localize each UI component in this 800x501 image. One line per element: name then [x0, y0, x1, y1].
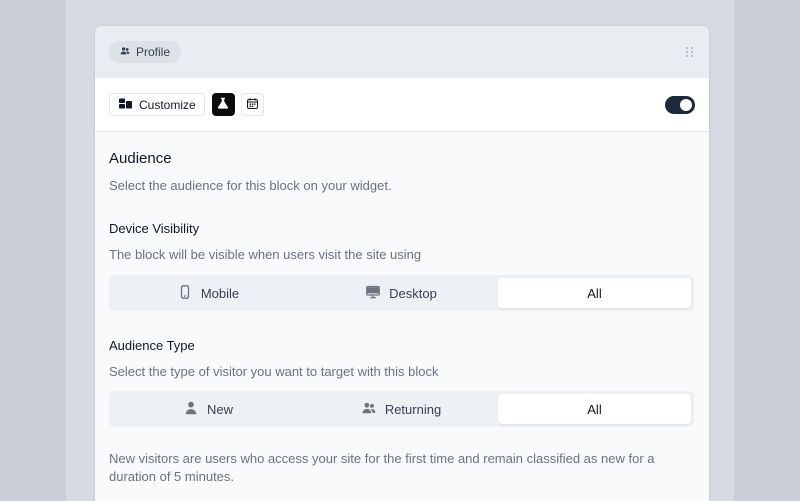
monitor-icon — [366, 285, 380, 302]
calendar-button[interactable] — [240, 93, 264, 116]
device-option-mobile[interactable]: Mobile — [112, 278, 305, 308]
profile-label: Profile — [136, 45, 171, 59]
device-option-desktop[interactable]: Desktop — [305, 278, 498, 308]
audience-option-all[interactable]: All — [498, 394, 691, 424]
card-header: Profile — [95, 26, 709, 78]
audience-option-label: Returning — [384, 401, 442, 417]
customize-label: Customize — [139, 97, 196, 112]
profile-tag[interactable]: Profile — [109, 41, 182, 63]
users-icon — [120, 45, 130, 59]
device-visibility-selector: Mobile Desktop All — [109, 275, 694, 311]
audience-option-label: New — [206, 401, 233, 417]
audience-type-description: Select the type of visitor you want to t… — [109, 364, 439, 379]
lab-button[interactable] — [211, 93, 235, 116]
block-toolbar: Customize — [95, 78, 709, 132]
audience-type-selector: New Returning All — [109, 391, 694, 427]
users-icon — [362, 401, 376, 418]
audience-option-returning[interactable]: Returning — [305, 394, 498, 424]
block-enabled-toggle[interactable] — [665, 95, 695, 114]
drag-handle-icon[interactable] — [685, 45, 695, 59]
audience-type-heading: Audience Type — [109, 338, 195, 353]
device-option-label: Desktop — [389, 285, 437, 301]
new-visitor-note: New visitors are users who access your s… — [109, 451, 655, 484]
user-icon — [184, 401, 198, 418]
mobile-icon — [178, 284, 192, 302]
device-visibility-description: The block will be visible when users vis… — [109, 247, 422, 262]
flask-icon — [217, 96, 229, 114]
device-option-all[interactable]: All — [498, 278, 691, 308]
audience-heading: Audience — [109, 150, 172, 167]
audience-option-label: All — [587, 401, 602, 417]
toggle-knob — [680, 98, 692, 111]
block-settings-card: Profile Customize Audience Select the au… — [95, 26, 709, 501]
calendar-icon — [246, 96, 258, 114]
layout-icon — [119, 98, 132, 112]
customize-button[interactable]: Customize — [109, 93, 205, 116]
audience-option-new[interactable]: New — [112, 394, 305, 424]
device-visibility-heading: Device Visibility — [109, 221, 200, 236]
audience-description: Select the audience for this block on yo… — [109, 178, 392, 193]
device-option-label: Mobile — [200, 285, 240, 301]
device-option-label: All — [587, 285, 602, 301]
